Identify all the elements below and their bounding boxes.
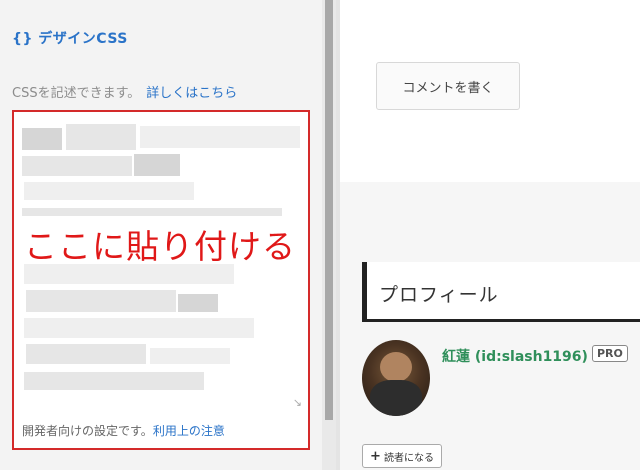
blurred-code <box>26 290 176 312</box>
css-textarea[interactable]: ここに貼り付ける ↘ 開発者向けの設定です。利用上の注意 <box>12 110 310 450</box>
profile-name-link[interactable]: 紅蓮 (id:slash1196) <box>442 346 588 366</box>
subscribe-button-label: 読者になる <box>383 452 434 464</box>
comment-area: コメントを書く <box>340 0 640 182</box>
profile-module: プロフィール 紅蓮 (id:slash1196) PRO + 読者になる <box>340 182 640 470</box>
plus-icon: + <box>370 448 381 464</box>
developer-note: 開発者向けの設定です。利用上の注意 <box>22 422 225 439</box>
blurred-code <box>150 348 230 364</box>
blurred-code <box>24 318 254 338</box>
scrollbar-thumb[interactable] <box>325 0 333 420</box>
avatar-face <box>380 352 412 382</box>
css-description-text: CSSを記述できます。 <box>12 86 141 101</box>
css-description: CSSを記述できます。 詳しくはこちら <box>12 82 237 101</box>
blurred-code <box>140 126 300 148</box>
design-css-title: {} デザインCSS <box>12 31 128 47</box>
blog-preview: コメントを書く プロフィール 紅蓮 (id:slash1196) PRO + 読… <box>336 0 640 470</box>
blurred-code <box>134 154 180 176</box>
avatar-body <box>370 380 422 416</box>
left-panel-scrollbar[interactable] <box>322 0 336 470</box>
details-link[interactable]: 詳しくはこちら <box>146 86 237 101</box>
profile-heading: プロフィール <box>362 262 640 322</box>
design-css-panel: {} デザインCSS CSSを記述できます。 詳しくはこちら ここに貼り付ける ↘… <box>0 0 322 470</box>
paste-here-label: ここに貼り付ける <box>24 227 296 266</box>
subscribe-button[interactable]: + 読者になる <box>362 444 442 468</box>
avatar[interactable] <box>362 340 430 416</box>
blurred-code <box>66 124 136 150</box>
resize-handle-icon[interactable]: ↘ <box>293 396 302 409</box>
blurred-code <box>24 372 204 390</box>
blurred-code <box>22 208 282 216</box>
blurred-code <box>22 156 132 176</box>
blurred-code <box>178 294 218 312</box>
developer-note-text: 開発者向けの設定です。 <box>22 424 153 438</box>
blurred-code <box>26 344 146 364</box>
blurred-code <box>22 128 62 150</box>
usage-notes-link[interactable]: 利用上の注意 <box>153 424 225 438</box>
write-comment-button[interactable]: コメントを書く <box>376 62 520 110</box>
blurred-code <box>24 182 194 200</box>
profile-heading-text: プロフィール <box>379 284 499 306</box>
pro-badge: PRO <box>592 345 628 362</box>
